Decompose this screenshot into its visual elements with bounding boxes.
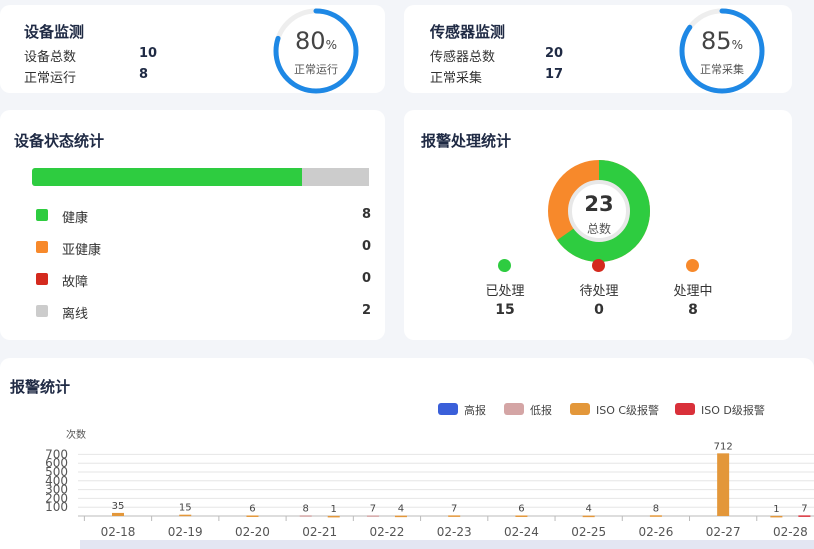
- bar-value-label: 8: [303, 503, 309, 514]
- processing-dot: [686, 259, 699, 272]
- legend-fault-swatch: [36, 273, 48, 285]
- sensor-monitor-title: 传感器监测: [430, 23, 506, 41]
- bar: [246, 515, 259, 517]
- bar-value-label: 15: [179, 503, 192, 514]
- legend-subhealthy-swatch: [36, 241, 48, 253]
- alarm-stats-card: 报警统计 高报 低报 ISO C级报警 ISO D级报警 次数 100 200 30…: [0, 358, 814, 549]
- device-total-value: 10: [139, 46, 158, 61]
- bar: [649, 515, 662, 517]
- x-tick-label: 02-21: [302, 525, 337, 539]
- bar: [179, 514, 192, 517]
- sensor-collect-value: 17: [545, 67, 564, 82]
- bar-value-label: 4: [585, 504, 591, 515]
- bar-value-label: 1: [331, 504, 337, 515]
- sensor-collect-label: 正常采集: [430, 71, 483, 86]
- handled-value: 15: [495, 302, 515, 318]
- device-health-gauge: 80% 正常运行: [270, 5, 362, 97]
- processing-label: 处理中: [673, 284, 713, 299]
- chart-scrollbar[interactable]: [80, 540, 814, 549]
- y-tick-label: 700: [45, 447, 68, 461]
- legend-subhealthy-label: 亚健康: [62, 243, 102, 258]
- x-tick-label: 02-18: [101, 525, 136, 539]
- bar: [582, 515, 595, 518]
- handled-label: 已处理: [485, 284, 525, 299]
- bar-value-label: 7: [370, 503, 376, 514]
- device-gauge-value: 80: [295, 27, 326, 55]
- alarm-total-label: 总数: [586, 222, 611, 236]
- pending-label: 待处理: [579, 284, 619, 299]
- x-tick-label: 02-24: [504, 525, 539, 539]
- device-status-bar: [32, 168, 369, 186]
- x-tick-label: 02-26: [638, 525, 673, 539]
- device-total-label: 设备总数: [24, 50, 77, 65]
- device-running-value: 8: [139, 67, 149, 82]
- pending-dot: [592, 259, 605, 272]
- bar-value-label: 35: [112, 501, 125, 512]
- sensor-gauge-label: 正常采集: [700, 63, 744, 76]
- bar: [798, 515, 811, 517]
- device-gauge-label: 正常运行: [294, 63, 338, 76]
- x-tick-label: 02-28: [773, 525, 808, 539]
- device-status-bar-fill: [32, 168, 302, 186]
- sensor-monitor-card: 传感器监测 传感器总数 20 正常采集 17 85% 正常采集: [404, 5, 792, 94]
- bar-value-label: 7: [451, 503, 457, 514]
- device-running-label: 正常运行: [24, 71, 77, 86]
- bar: [448, 515, 461, 517]
- handled-dot: [498, 259, 511, 272]
- legend-offline-swatch: [36, 305, 48, 317]
- bar: [112, 512, 124, 516]
- alarm-total-value: 23: [584, 192, 614, 216]
- x-tick-label: 02-22: [370, 525, 405, 539]
- legend-fault-label: 故障: [62, 275, 89, 290]
- bar: [366, 515, 379, 517]
- device-monitor-title: 设备监测: [24, 23, 85, 41]
- alarm-handling-card: 报警处理统计 23 总数 已处理 15 待处理 0 处理中 8: [404, 110, 792, 340]
- sensor-total-value: 20: [545, 46, 564, 61]
- alarm-handling-title: 报警处理统计: [421, 132, 512, 150]
- bar: [394, 515, 407, 518]
- bar-value-label: 4: [398, 504, 404, 515]
- legend-offline-value: 2: [362, 303, 372, 318]
- bar: [299, 515, 312, 517]
- device-monitor-card: 设备监测 设备总数 10 正常运行 8 80% 正常运行: [0, 5, 385, 94]
- sensor-gauge-value: 85: [701, 27, 732, 55]
- legend-healthy-value: 8: [362, 207, 372, 222]
- legend-fault-value: 0: [362, 271, 372, 286]
- bar-value-label: 8: [653, 503, 659, 514]
- x-tick-label: 02-19: [168, 525, 203, 539]
- bar: [515, 515, 528, 517]
- x-tick-label: 02-27: [706, 525, 741, 539]
- device-status-title: 设备状态统计: [14, 132, 105, 150]
- bar-value-label: 1: [773, 504, 779, 515]
- sensor-health-gauge: 85% 正常采集: [676, 5, 768, 97]
- device-gauge-unit: %: [325, 38, 337, 52]
- bar-value-label: 712: [714, 441, 733, 452]
- sensor-gauge-unit: %: [731, 38, 743, 52]
- bar: [327, 515, 340, 518]
- legend-offline-label: 离线: [62, 307, 89, 322]
- alarm-bar-chart: 10020030040050060070002-183502-191502-20…: [45, 441, 814, 539]
- pending-value: 0: [594, 302, 604, 318]
- bar-value-label: 7: [801, 503, 807, 514]
- bar: [770, 515, 783, 518]
- x-tick-label: 02-25: [571, 525, 606, 539]
- device-status-card: 设备状态统计 健康 8 亚健康 0 故障 0 离线 2: [0, 110, 385, 340]
- bar-value-label: 6: [249, 503, 255, 514]
- x-tick-label: 02-20: [235, 525, 270, 539]
- legend-healthy-swatch: [36, 209, 48, 221]
- bar-value-label: 6: [518, 503, 524, 514]
- legend-subhealthy-value: 0: [362, 239, 372, 254]
- bar: [717, 453, 730, 516]
- legend-healthy-label: 健康: [62, 211, 89, 226]
- x-tick-label: 02-23: [437, 525, 472, 539]
- processing-value: 8: [688, 302, 698, 318]
- sensor-total-label: 传感器总数: [430, 50, 496, 65]
